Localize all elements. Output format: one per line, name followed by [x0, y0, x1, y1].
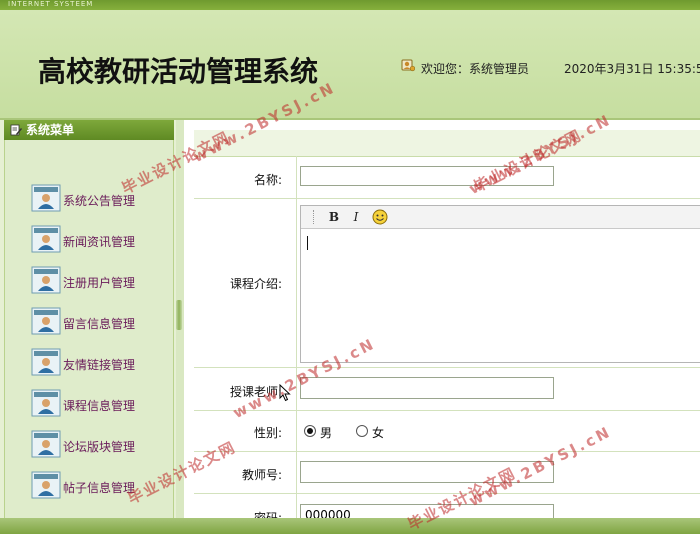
gender-female-radio[interactable] — [356, 425, 368, 437]
toolbar-separator — [313, 210, 316, 224]
emoticon-icon[interactable] — [371, 208, 389, 226]
sidebar-item-label: 论坛版块管理 — [63, 440, 136, 454]
sidebar-item-label: 新闻资讯管理 — [63, 235, 136, 249]
datetime-text: 2020年3月31日 15:35:55 — [564, 62, 700, 76]
header: 高校教研活动管理系统 欢迎您：系统管理员 2020年3月31日 15:35:55 — [0, 10, 700, 120]
menu-header: 系统菜单 — [4, 120, 174, 140]
sidebar-item-links[interactable]: 友情链接管理 — [27, 348, 177, 378]
menu-header-label: 系统菜单 — [26, 123, 75, 137]
teacher-no-label: 教师号: — [241, 468, 282, 482]
form-row-gender: 性别: 男 女 — [194, 411, 700, 452]
user-card-icon — [31, 348, 61, 376]
italic-button[interactable]: I — [347, 208, 365, 226]
user-card-icon — [31, 184, 61, 212]
gender-male-label: 男 — [320, 426, 333, 440]
user-card-icon — [31, 307, 61, 335]
sidebar-item-label: 帖子信息管理 — [63, 481, 136, 495]
text-caret — [307, 236, 308, 250]
editor-toolbar: B I — [301, 206, 700, 229]
content-header-bar — [194, 130, 700, 157]
splitter-grip[interactable] — [176, 300, 182, 330]
gender-label: 性别: — [253, 426, 282, 440]
welcome-text: 欢迎您：系统管理员 — [421, 62, 530, 76]
system-title: 高校教研活动管理系统 — [38, 55, 319, 88]
intro-label: 课程介绍: — [229, 277, 282, 291]
form-row-teacher-no: 教师号: — [194, 452, 700, 494]
sidebar-item-label: 友情链接管理 — [63, 358, 136, 372]
bold-button[interactable]: B — [325, 208, 343, 226]
user-card-icon — [31, 430, 61, 458]
sidebar-item-label: 课程信息管理 — [63, 399, 136, 413]
user-card-icon — [31, 471, 61, 499]
top-strip: INTERNET SYSTEEM — [0, 0, 700, 10]
edit-note-icon — [10, 124, 22, 136]
sidebar-item-label: 系统公告管理 — [63, 194, 136, 208]
sidebar-item-news[interactable]: 新闻资讯管理 — [27, 225, 177, 255]
main-content: 名称: 课程介绍: B I 授课老师: 性别: 男 女 教师号: 000000 — [184, 120, 700, 526]
brand-text: INTERNET SYSTEEM — [8, 0, 94, 8]
sidebar-item-announcements[interactable]: 系统公告管理 — [27, 184, 177, 214]
gender-male-radio[interactable] — [304, 425, 316, 437]
user-icon — [401, 59, 415, 72]
sidebar-item-label: 留言信息管理 — [63, 317, 136, 331]
user-card-icon — [31, 389, 61, 417]
form-row-name: 名称: — [194, 156, 700, 199]
teacher-input[interactable] — [300, 377, 554, 399]
user-card-icon — [31, 225, 61, 253]
name-label: 名称: — [253, 173, 282, 187]
sidebar-item-label: 注册用户管理 — [63, 276, 136, 290]
form-row-intro: 课程介绍: B I — [194, 199, 700, 368]
sidebar-item-forum-sections[interactable]: 论坛版块管理 — [27, 430, 177, 460]
sidebar-item-courses[interactable]: 课程信息管理 — [27, 389, 177, 419]
sidebar-item-messages[interactable]: 留言信息管理 — [27, 307, 177, 337]
user-card-icon — [31, 266, 61, 294]
menu-body: 系统公告管理 新闻资讯管理 注册用户管理 留言信息管理 友情链接管理 课程信息管… — [4, 140, 174, 521]
sidebar-item-users[interactable]: 注册用户管理 — [27, 266, 177, 296]
bottom-bar — [0, 518, 700, 534]
gender-female-label: 女 — [372, 426, 385, 440]
